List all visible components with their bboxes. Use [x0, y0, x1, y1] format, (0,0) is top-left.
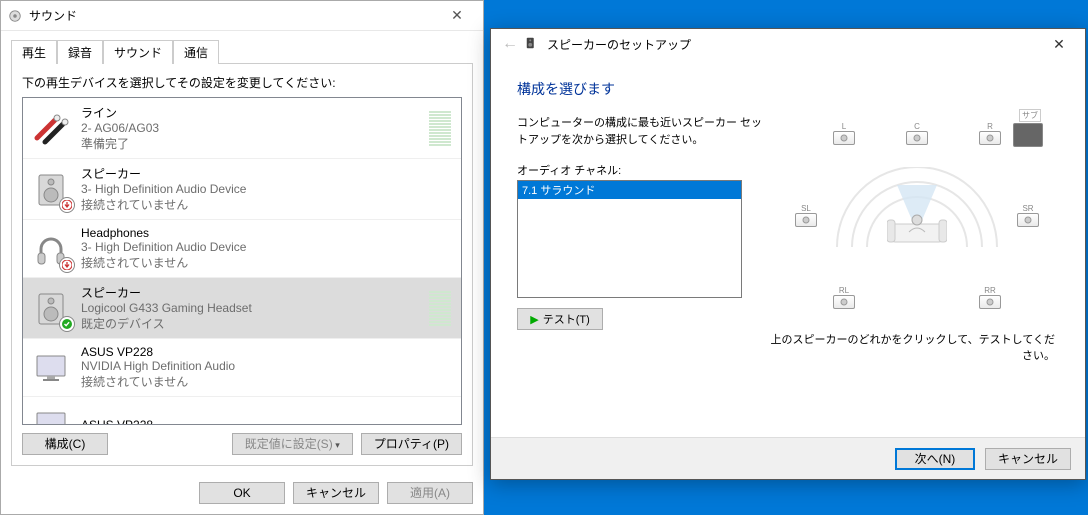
subwoofer-icon[interactable] [1013, 123, 1043, 147]
wizard-heading: 構成を選びます [517, 79, 1059, 99]
listener-icon [887, 210, 947, 250]
tabs: 再生録音サウンド通信 [11, 39, 473, 63]
apply-button[interactable]: 適用(A) [387, 482, 473, 504]
tab-再生[interactable]: 再生 [11, 40, 57, 64]
speaker-c[interactable]: C [904, 123, 930, 145]
monitor-icon [29, 403, 73, 425]
device-status: 接続されていません [81, 196, 455, 213]
down-arrow-icon [59, 257, 75, 273]
device-status: 既定のデバイス [81, 315, 429, 332]
back-button[interactable]: ← [495, 30, 525, 58]
list-buttons: 構成(C) 既定値に設定(S) プロパティ(P) [22, 433, 462, 455]
rca-icon [29, 106, 73, 150]
device-driver: Logicool G433 Gaming Headset [81, 301, 429, 315]
wizard-cancel-button[interactable]: キャンセル [985, 448, 1071, 470]
channel-option[interactable]: 7.1 サラウンド [518, 181, 741, 199]
wizard-close-button[interactable]: ✕ [1037, 30, 1081, 58]
device-status: 接続されていません [81, 254, 455, 271]
device-name: スピーカー [81, 165, 455, 182]
tab-通信[interactable]: 通信 [173, 40, 219, 64]
wizard-footer: 次へ(N) キャンセル [491, 437, 1085, 479]
speaker-icon [525, 36, 541, 52]
properties-button[interactable]: プロパティ(P) [361, 433, 462, 455]
test-button[interactable]: ▶ テスト(T) [517, 308, 603, 330]
speaker-sr[interactable]: SR [1015, 205, 1041, 227]
device-list[interactable]: ライン2- AG06/AG03準備完了スピーカー3- High Definiti… [22, 97, 462, 425]
device-name: ASUS VP228 [81, 418, 455, 425]
device-item[interactable]: スピーカーLogicool G433 Gaming Headset既定のデバイス [23, 278, 461, 339]
device-item[interactable]: ASUS VP228 [23, 397, 461, 425]
check-icon [59, 316, 75, 332]
test-label: テスト(T) [543, 311, 590, 327]
channel-list[interactable]: 7.1 サラウンド [517, 180, 742, 298]
dialog-footer: OK キャンセル 適用(A) [1, 474, 483, 514]
ok-button[interactable]: OK [199, 482, 285, 504]
speaker-rr[interactable]: RR [977, 287, 1003, 309]
device-status: 接続されていません [81, 373, 455, 390]
instruction-text: 下の再生デバイスを選択してその設定を変更してください: [22, 74, 462, 91]
device-item[interactable]: スピーカー3- High Definition Audio Device接続され… [23, 159, 461, 220]
device-driver: 2- AG06/AG03 [81, 121, 429, 135]
window-title: サウンド [29, 7, 77, 24]
down-arrow-icon [59, 197, 75, 213]
device-item[interactable]: ASUS VP228NVIDIA High Definition Audio接続… [23, 339, 461, 397]
device-driver: 3- High Definition Audio Device [81, 182, 455, 196]
level-meter [429, 110, 451, 146]
tab-録音[interactable]: 録音 [57, 40, 103, 64]
speaker-r[interactable]: R [977, 123, 1003, 145]
speaker-sl[interactable]: SL [793, 205, 819, 227]
device-name: ライン [81, 104, 429, 121]
cancel-button[interactable]: キャンセル [293, 482, 379, 504]
device-item[interactable]: ライン2- AG06/AG03準備完了 [23, 98, 461, 159]
device-item[interactable]: Headphones3- High Definition Audio Devic… [23, 220, 461, 278]
device-name: ASUS VP228 [81, 345, 455, 359]
next-button[interactable]: 次へ(N) [895, 448, 975, 470]
wizard-titlebar: ← スピーカーのセットアップ ✕ [491, 29, 1085, 59]
level-meter [429, 290, 451, 326]
wizard-title: スピーカーのセットアップ [547, 36, 691, 53]
tab-body: 下の再生デバイスを選択してその設定を変更してください: ライン2- AG06/A… [11, 63, 473, 466]
device-status: 準備完了 [81, 135, 429, 152]
speaker-l[interactable]: L [831, 123, 857, 145]
speaker-rl[interactable]: RL [831, 287, 857, 309]
channel-label: オーディオ チャネル: [517, 162, 767, 178]
speaker-setup-wizard: ← スピーカーのセットアップ ✕ 構成を選びます コンピューターの構成に最も近い… [490, 28, 1086, 480]
device-driver: 3- High Definition Audio Device [81, 240, 455, 254]
device-name: Headphones [81, 226, 455, 240]
device-name: スピーカー [81, 284, 429, 301]
tab-サウンド[interactable]: サウンド [103, 40, 173, 64]
set-default-button[interactable]: 既定値に設定(S) [232, 433, 353, 455]
sub-label: サブ [1019, 109, 1041, 122]
sound-icon [7, 8, 23, 24]
device-driver: NVIDIA High Definition Audio [81, 359, 455, 373]
wizard-description: コンピューターの構成に最も近いスピーカー セットアップを次から選択してください。 [517, 115, 767, 148]
configure-button[interactable]: 構成(C) [22, 433, 108, 455]
speaker-diagram: サブ L C R SL SR [787, 115, 1047, 325]
close-button[interactable]: ✕ [437, 2, 477, 30]
wizard-hint: 上のスピーカーのどれかをクリックして、テストしてください。 [767, 331, 1059, 363]
titlebar: サウンド ✕ [1, 1, 483, 31]
play-icon: ▶ [530, 313, 538, 326]
sound-window: サウンド ✕ 再生録音サウンド通信 下の再生デバイスを選択してその設定を変更して… [0, 0, 484, 515]
monitor-icon [29, 346, 73, 390]
